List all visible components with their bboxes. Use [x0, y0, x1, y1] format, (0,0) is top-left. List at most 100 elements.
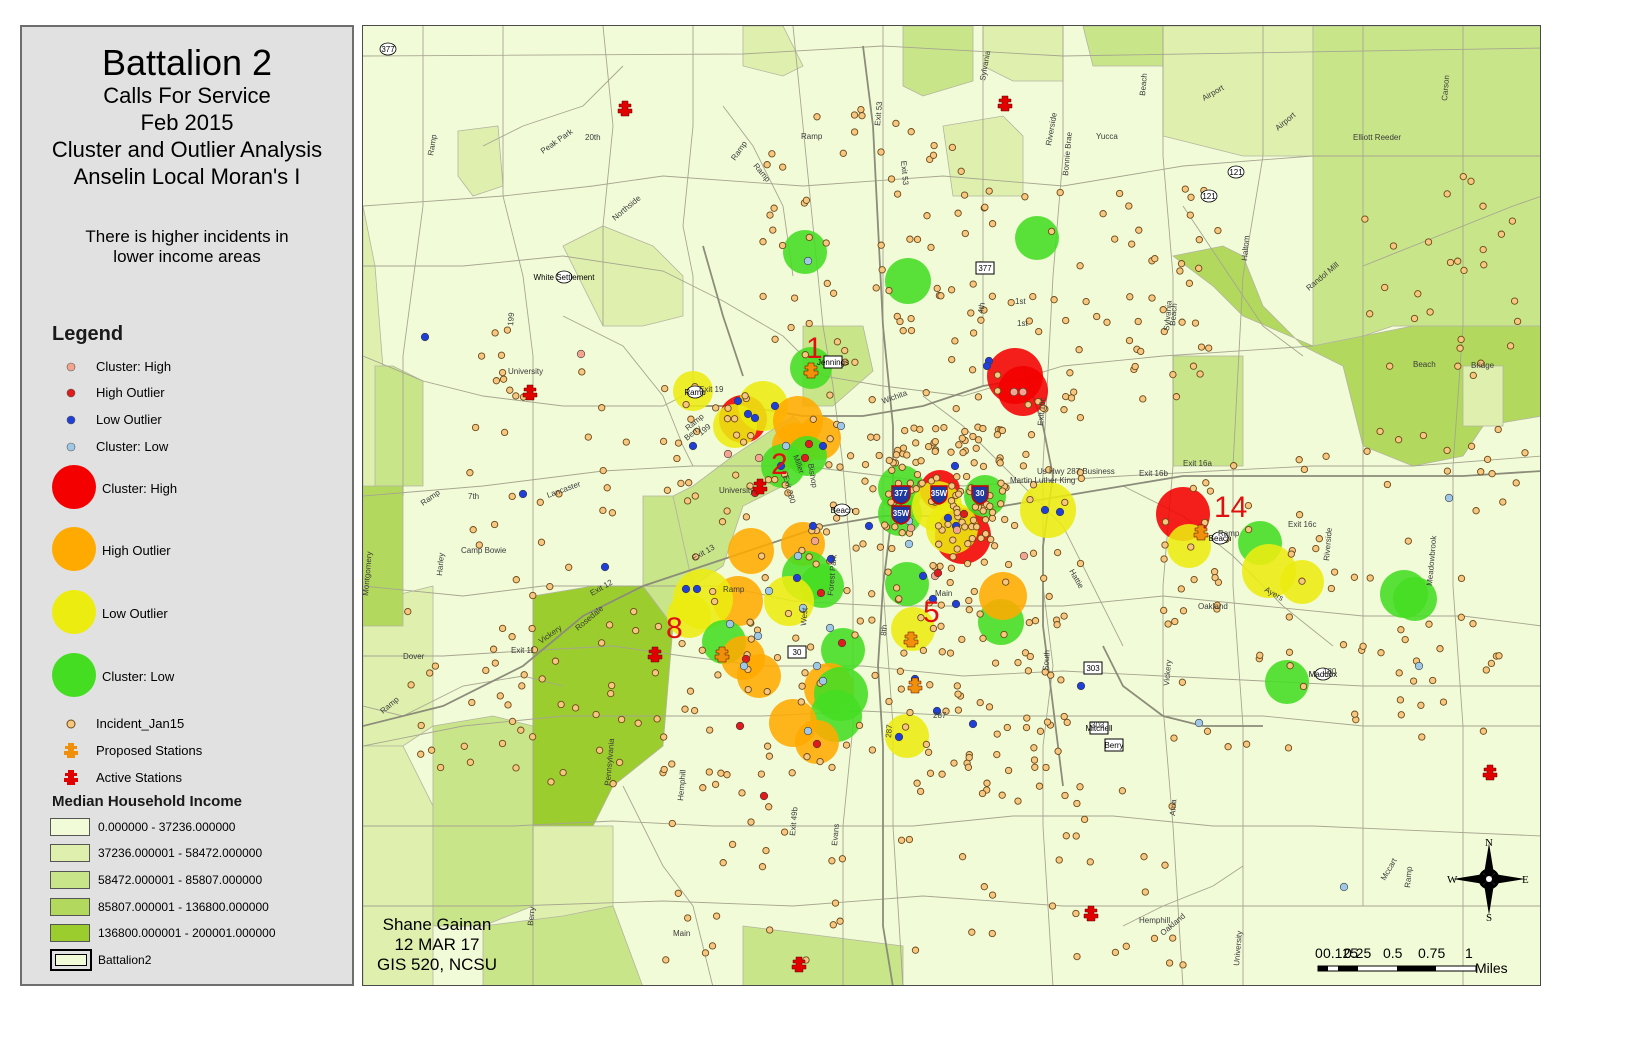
incident-point — [954, 706, 963, 714]
incident-point — [1454, 257, 1462, 265]
incident-point — [741, 392, 749, 400]
svg-text:Berry: Berry — [1104, 741, 1123, 750]
incident-point — [797, 698, 805, 706]
incident-point — [881, 521, 889, 529]
incident-point — [673, 454, 681, 463]
scale-tick-0: 0 — [1315, 945, 1323, 961]
incident-point — [888, 544, 896, 553]
incident-point — [970, 459, 978, 467]
incident-point — [913, 470, 922, 479]
incident-point — [1396, 696, 1405, 704]
analysis-point — [739, 661, 749, 671]
high-outlier-point-icon — [66, 388, 76, 398]
incident-point — [496, 692, 504, 700]
interstate-shield-icon: 377 — [891, 485, 911, 505]
incident-point — [1404, 537, 1412, 545]
incident-point — [607, 689, 615, 698]
incident-point — [723, 507, 731, 515]
incident-point — [973, 523, 981, 531]
incident-point — [1080, 815, 1089, 824]
incident-point — [1177, 585, 1185, 593]
incident-point — [1075, 346, 1083, 354]
road-label: 180 — [1323, 667, 1337, 676]
incident-point — [759, 238, 767, 246]
incident-point — [969, 432, 977, 441]
incident-point — [884, 568, 892, 576]
incident-point — [805, 553, 813, 561]
legend-item-active-station: Active Stations — [50, 766, 350, 790]
analysis-point — [1055, 507, 1065, 517]
incident-point — [951, 337, 959, 345]
credit-course: GIS 520, NCSU — [377, 955, 497, 974]
analysis-point — [836, 421, 846, 431]
incident-point — [929, 151, 938, 159]
incident-point — [506, 386, 514, 394]
incident-point — [1060, 612, 1068, 620]
incident-point — [922, 389, 930, 397]
incident-point — [877, 148, 885, 156]
incident-point — [1457, 335, 1465, 344]
incident-point — [987, 535, 995, 544]
incident-point — [1443, 467, 1452, 475]
incident-point — [1029, 292, 1037, 301]
incident-point — [744, 685, 752, 694]
incident-point — [1299, 682, 1308, 691]
incident-point — [947, 497, 956, 505]
incident-point — [536, 498, 544, 506]
incident-point — [1070, 388, 1078, 396]
incident-point — [1014, 797, 1022, 805]
incident-point — [932, 474, 941, 482]
analysis-point — [759, 791, 769, 801]
incident-point — [968, 534, 976, 543]
incident-point — [595, 746, 604, 754]
incident-point — [1446, 258, 1455, 267]
incident-point — [1073, 799, 1081, 808]
incident-point — [491, 329, 499, 337]
incident-point — [961, 427, 969, 436]
income-area — [1312, 26, 1540, 347]
incident-point — [998, 791, 1006, 799]
incident-point — [1160, 606, 1168, 615]
incident-point — [1178, 678, 1187, 686]
interstate-shield-icon: 30 — [971, 485, 989, 505]
incident-point — [839, 149, 847, 157]
incident-point — [686, 687, 695, 695]
incident-point — [1115, 189, 1124, 198]
incident-point — [1409, 677, 1418, 685]
incident-point — [1499, 498, 1507, 506]
incident-point — [822, 239, 830, 247]
incident-point — [947, 286, 956, 294]
incident-point — [1169, 934, 1177, 942]
incident-point — [979, 424, 987, 433]
incident-point — [592, 710, 600, 719]
incident-point — [1118, 787, 1127, 795]
analysis-point — [982, 361, 992, 371]
legend-label: Active Stations — [96, 770, 182, 785]
income-area — [374, 365, 424, 487]
incident-point — [1256, 651, 1264, 659]
incident-point — [1417, 701, 1425, 709]
incident-point — [1024, 401, 1032, 409]
incident-point — [617, 715, 626, 724]
analysis-point — [803, 256, 813, 266]
incident-point — [1014, 658, 1022, 667]
incident-point — [1010, 521, 1019, 530]
road-label: 7th — [468, 492, 479, 501]
incident-point-icon — [66, 719, 76, 729]
incident-point — [981, 516, 990, 524]
incident-point — [867, 433, 875, 441]
incident-point — [961, 229, 969, 238]
analysis-point — [725, 619, 735, 629]
incident-point — [1072, 832, 1080, 840]
incident-point — [1165, 959, 1174, 967]
note-line-1: There is higher incidents in — [85, 227, 289, 246]
incident-point — [1459, 172, 1467, 181]
legend-label: Incident_Jan15 — [96, 716, 185, 731]
incident-point — [1148, 294, 1156, 302]
legend-label: Cluster: Low — [96, 439, 169, 454]
incident-point — [1190, 575, 1198, 584]
incident-point — [982, 530, 990, 538]
incident-point — [668, 819, 676, 828]
incident-point — [431, 662, 440, 670]
income-swatch-4 — [50, 898, 90, 916]
